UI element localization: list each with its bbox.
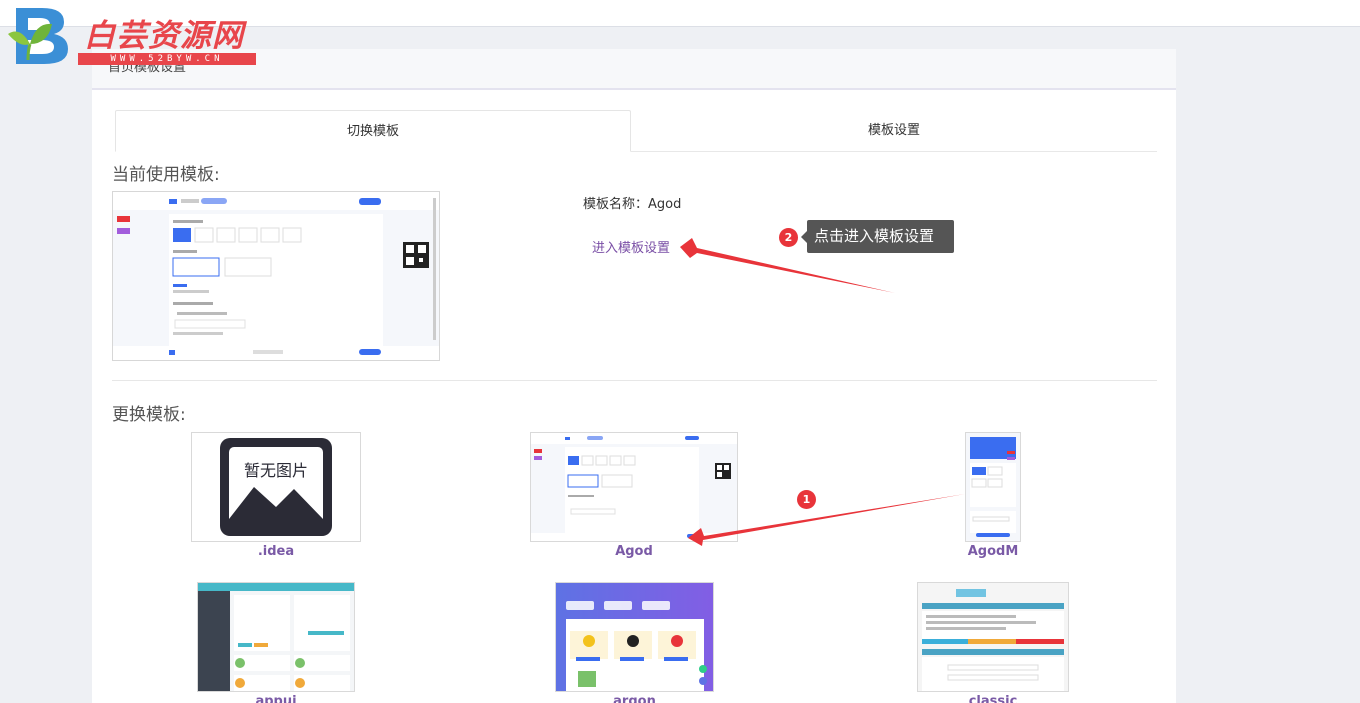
template-thumb-classic[interactable] (917, 582, 1069, 692)
template-name-argon[interactable]: argon (555, 694, 714, 703)
logo-brand-text: 白芸资源网 (84, 18, 244, 54)
template-name-appui[interactable]: appui (197, 694, 355, 703)
template-name-agod[interactable]: Agod (530, 544, 738, 559)
settings-panel: 首页模板设置 切换模板 模板设置 当前使用模板: 模板名称：Agod 进入模板设… (92, 49, 1176, 703)
section-divider (112, 380, 1157, 381)
site-logo: 白芸资源网 WWW.52BYW.CN (6, 4, 256, 66)
step-1-badge: 1 (797, 490, 816, 509)
current-template-preview (112, 191, 440, 361)
template-thumb-agodm[interactable] (965, 432, 1021, 542)
enter-template-settings-link[interactable]: 进入模板设置 (592, 237, 670, 256)
image-placeholder-icon (220, 438, 332, 536)
step-2-tooltip: 点击进入模板设置 (801, 220, 954, 253)
tab-bar: 切换模板 模板设置 (115, 110, 1157, 152)
tab-switch-template[interactable]: 切换模板 (115, 110, 631, 152)
template-thumb-agod[interactable] (530, 432, 738, 542)
logo-mark-icon (8, 8, 68, 64)
template-thumb-idea[interactable]: 暂无图片 (191, 432, 361, 542)
no-image-text: 暂无图片 (243, 461, 308, 480)
template-thumb-argon[interactable] (555, 582, 714, 692)
template-thumb-appui[interactable] (197, 582, 355, 692)
logo-url-text: WWW.52BYW.CN (78, 53, 256, 65)
current-template-title: 当前使用模板: (112, 165, 220, 185)
template-name-idea[interactable]: .idea (191, 544, 361, 559)
replace-template-title: 更换模板: (112, 405, 186, 425)
step-2-badge: 2 (779, 228, 798, 247)
template-name-agodm[interactable]: AgodM (953, 544, 1033, 559)
template-name-label: 模板名称：Agod (583, 197, 682, 212)
tab-template-settings[interactable]: 模板设置 (631, 110, 1157, 152)
template-name-classic[interactable]: classic (917, 694, 1069, 703)
